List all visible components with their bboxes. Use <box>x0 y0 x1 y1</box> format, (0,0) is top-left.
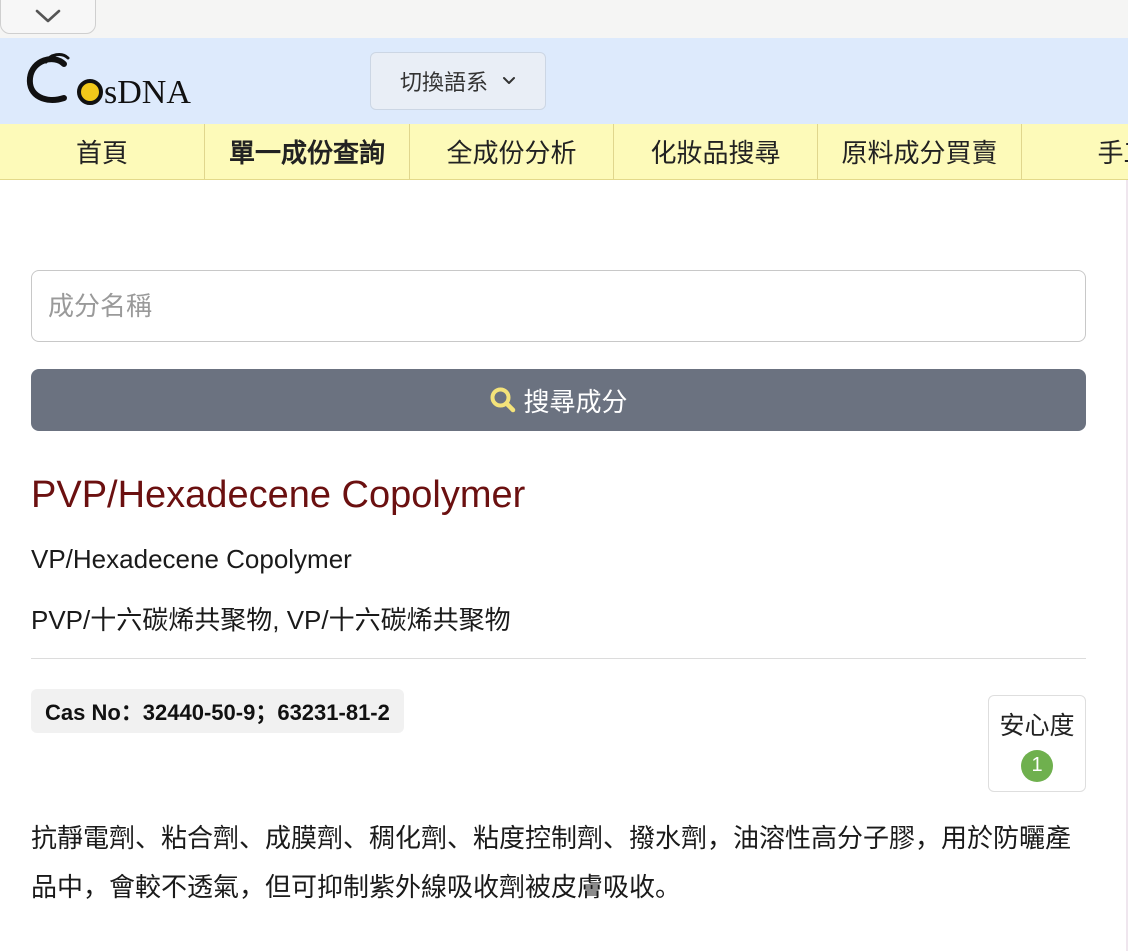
site-header: sDNA 切換語系 <box>0 38 1128 124</box>
nav-item-home[interactable]: 首頁 <box>0 124 205 179</box>
ingredient-description: 抗靜電劑、粘合劑、成膜劑、稠化劑、粘度控制劑、撥水劑，油溶性高分子膠，用於防曬產… <box>31 823 1072 902</box>
safety-label: 安心度 <box>999 711 1075 740</box>
main-nav: 首頁 單一成份查詢 全成份分析 化妝品搜尋 原料成分買賣 手工 <box>0 124 1128 180</box>
svg-text:sDNA: sDNA <box>104 74 191 111</box>
safety-score-box: 安心度 1 <box>988 695 1086 792</box>
nav-item-full-analysis[interactable]: 全成份分析 <box>410 124 614 179</box>
section-divider <box>31 658 1086 659</box>
cas-number-badge: Cas No：32440-50-9；63231-81-2 <box>31 689 404 733</box>
search-ingredient-button[interactable]: 搜尋成分 <box>31 369 1086 431</box>
browser-top-strip <box>0 0 1128 39</box>
language-label: 切換語系 <box>399 70 488 95</box>
collapse-toggle-button[interactable] <box>0 0 96 34</box>
safety-score-badge: 1 <box>1021 749 1053 782</box>
chevron-down-icon <box>35 9 61 23</box>
language-switcher[interactable]: 切換語系 <box>370 52 546 110</box>
ingredient-title: PVP/Hexadecene Copolymer <box>31 474 526 516</box>
nav-item-cosmetic-search[interactable]: 化妝品搜尋 <box>614 124 818 179</box>
ingredient-search-input[interactable] <box>31 270 1086 342</box>
search-button-label: 搜尋成分 <box>523 386 628 417</box>
ingredient-alias-en: VP/Hexadecene Copolymer <box>31 544 352 574</box>
ingredient-alias-zh: PVP/十六碳烯共聚物, VP/十六碳烯共聚物 <box>31 605 511 635</box>
nav-item-handmade[interactable]: 手工 <box>1022 124 1128 179</box>
chevron-down-icon <box>503 77 515 84</box>
search-icon <box>490 387 516 413</box>
nav-item-raw-material-trade[interactable]: 原料成分買賣 <box>818 124 1022 179</box>
nav-item-single-ingredient[interactable]: 單一成份查詢 <box>205 124 410 179</box>
cosdna-logo[interactable]: sDNA <box>24 48 234 112</box>
